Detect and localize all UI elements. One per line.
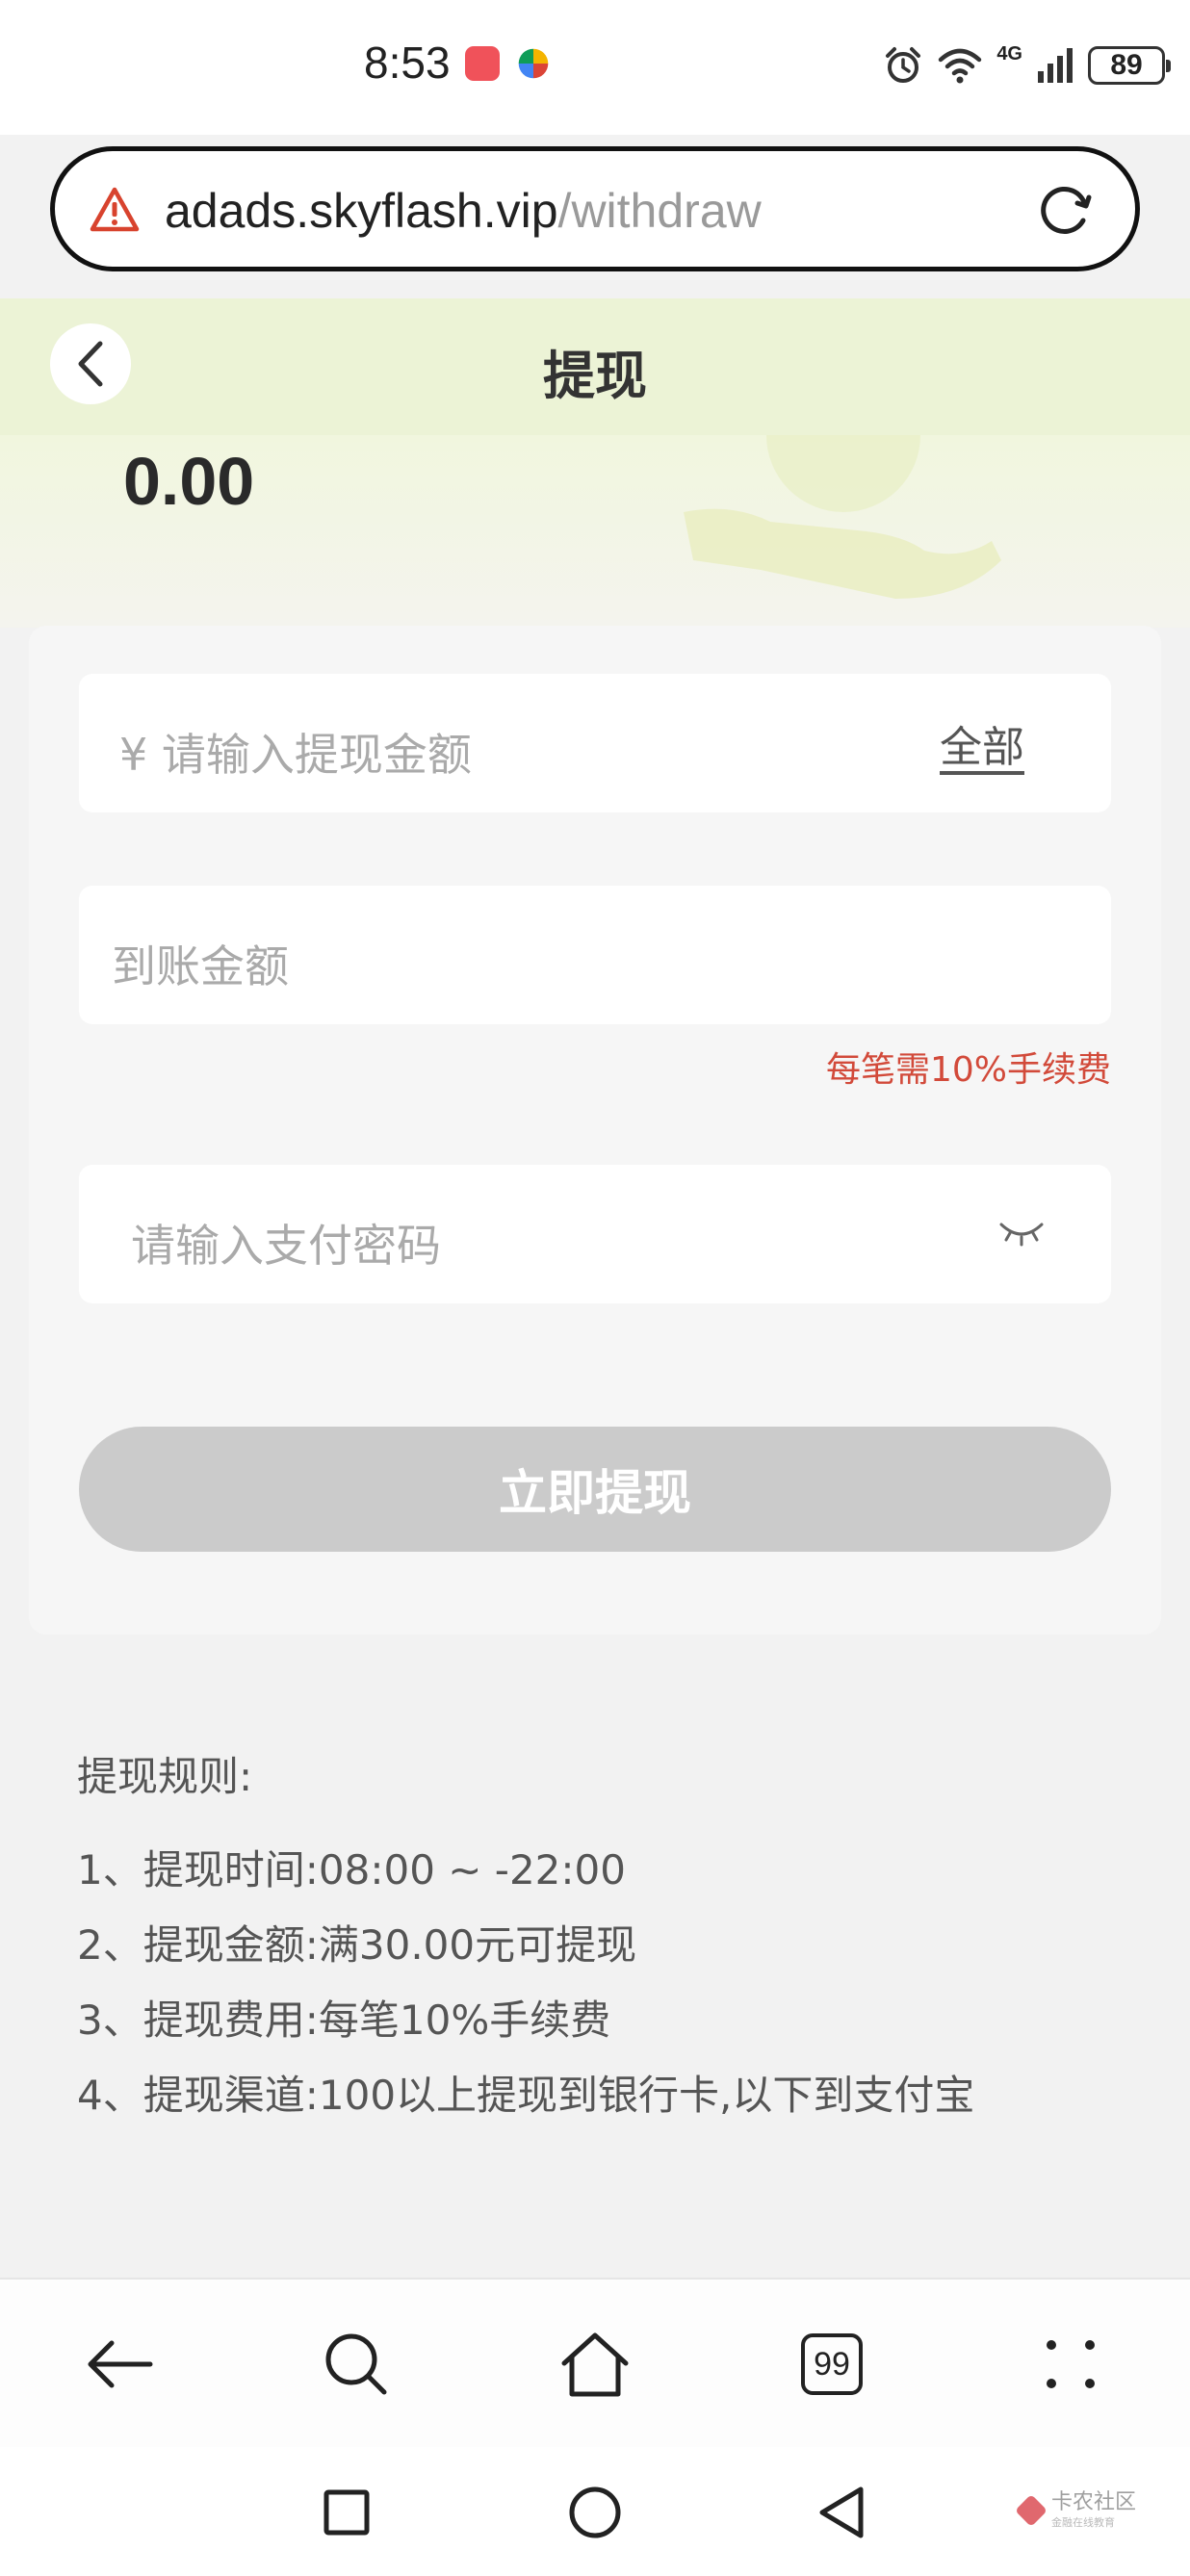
- reload-icon[interactable]: [1035, 180, 1097, 242]
- more-dots-icon: [1047, 2340, 1095, 2388]
- payment-password-placeholder: 请输入支付密码: [131, 1220, 441, 1272]
- network-type-label: 4G: [996, 42, 1022, 64]
- status-indicators: 4G 89: [883, 42, 1171, 89]
- browser-back-button[interactable]: [79, 2324, 160, 2405]
- search-icon: [325, 2333, 387, 2395]
- browser-tabs-button[interactable]: 99: [791, 2324, 872, 2405]
- received-amount-placeholder: 到账金额: [112, 940, 289, 992]
- hand-coin-decoration-icon: [684, 435, 1001, 599]
- withdraw-all-button[interactable]: 全部: [940, 712, 1024, 774]
- browser-menu-button[interactable]: [1030, 2324, 1111, 2405]
- withdraw-submit-button[interactable]: 立即提现: [79, 1427, 1111, 1552]
- alarm-icon: [886, 47, 921, 83]
- browser-toolbar: 99: [0, 2278, 1190, 2447]
- rule-item: 1、提现时间:08:00 ~ -22:00: [77, 1846, 626, 1893]
- fee-note: 每笔需10%手续费: [825, 1050, 1111, 1090]
- url-text[interactable]: adads.skyflash.vip/withdraw: [165, 183, 762, 239]
- page-title: 提现: [543, 346, 647, 406]
- received-amount-field: 到账金额: [79, 886, 1111, 1024]
- watermark-logo-icon: [1015, 2494, 1048, 2528]
- square-icon: [323, 2489, 370, 2536]
- withdraw-amount-input[interactable]: ¥ 请输入提现金额 全部: [79, 674, 1111, 812]
- url-host: adads.skyflash.vip: [165, 184, 558, 238]
- url-path: /withdraw: [557, 184, 762, 238]
- watermark-text-group: 卡农社区 金融在线教育: [1051, 2490, 1137, 2530]
- withdraw-amount-placeholder: ¥ 请输入提现金额: [119, 729, 472, 781]
- arrow-left-icon: [88, 2340, 153, 2388]
- balance-amount: 0.00: [123, 444, 255, 519]
- signal-icon: [1038, 48, 1073, 83]
- payment-password-input[interactable]: 请输入支付密码: [79, 1165, 1111, 1303]
- rule-item: 4、提现渠道:100以上提现到银行卡,以下到支付宝: [77, 2072, 975, 2119]
- rules-title: 提现规则:: [77, 1753, 253, 1800]
- withdraw-rules: 提现规则: 1、提现时间:08:00 ~ -22:00 2、提现金额:满30.0…: [77, 1744, 1136, 2138]
- status-time: 8:53: [364, 38, 451, 88]
- status-bar: 8:53 4G 89: [0, 0, 1190, 135]
- recent-apps-button[interactable]: [316, 2482, 377, 2543]
- home-button[interactable]: [564, 2482, 626, 2543]
- triangle-back-icon: [819, 2486, 864, 2538]
- app-notification-icon: [518, 48, 549, 79]
- battery-indicator: 89: [1088, 46, 1171, 85]
- huawei-app-notification-icon: [465, 46, 500, 81]
- system-navigation-bar: [0, 2447, 1190, 2576]
- rule-item: 3、提现费用:每笔10%手续费: [77, 1996, 611, 2044]
- tabs-count: 99: [801, 2333, 863, 2395]
- home-icon: [561, 2332, 629, 2397]
- back-nav-button[interactable]: [811, 2482, 872, 2543]
- page-header: 提现: [0, 298, 1190, 435]
- rule-item: 2、提现金额:满30.00元可提现: [77, 1921, 637, 1969]
- warning-icon[interactable]: [90, 186, 140, 234]
- withdraw-form: ¥ 请输入提现金额 全部 到账金额 每笔需10%手续费 请输入支付密码 立即提现: [29, 626, 1161, 1635]
- balance-area: 0.00: [0, 435, 1190, 628]
- watermark-subtext: 金融在线教育: [1051, 2516, 1115, 2530]
- browser-home-button[interactable]: [555, 2324, 635, 2405]
- wifi-icon: [939, 48, 982, 84]
- eye-closed-icon[interactable]: [997, 1215, 1046, 1249]
- browser-search-button[interactable]: [316, 2324, 397, 2405]
- circle-icon: [569, 2486, 621, 2538]
- address-bar[interactable]: adads.skyflash.vip/withdraw: [50, 146, 1140, 271]
- watermark-text: 卡农社区: [1051, 2490, 1137, 2514]
- watermark: 卡农社区 金融在线教育: [1015, 2490, 1137, 2530]
